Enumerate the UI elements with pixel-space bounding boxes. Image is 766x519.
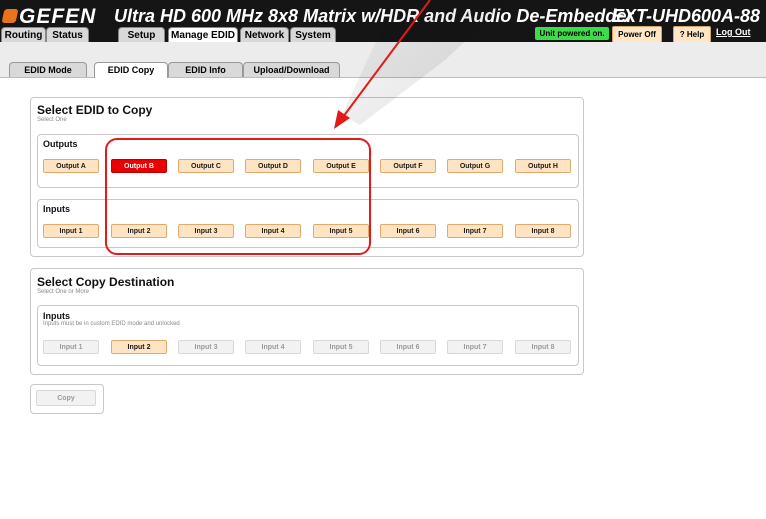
output-a-button[interactable]: Output A <box>43 159 99 173</box>
tab-manage-edid[interactable]: Manage EDID <box>168 27 238 43</box>
inputs-title: Inputs <box>43 204 70 214</box>
subtab-edid-mode[interactable]: EDID Mode <box>9 62 87 77</box>
tab-setup[interactable]: Setup <box>118 27 165 43</box>
destination-inputs-note: Inputs must be in custom EDID mode and u… <box>43 321 180 327</box>
logout-link[interactable]: Log Out <box>716 27 751 37</box>
source-input-7-button[interactable]: Input 7 <box>447 224 503 238</box>
dest-input-3-button: Input 3 <box>178 340 234 354</box>
source-input-1-button[interactable]: Input 1 <box>43 224 99 238</box>
destination-inputs-title: Inputs <box>43 311 70 321</box>
copy-button[interactable]: Copy <box>36 390 96 406</box>
select-edid-subtitle: Select One <box>37 117 67 123</box>
dest-input-7-button: Input 7 <box>447 340 503 354</box>
dest-input-2-button[interactable]: Input 2 <box>111 340 167 354</box>
tab-routing[interactable]: Routing <box>1 27 46 43</box>
source-input-8-button[interactable]: Input 8 <box>515 224 571 238</box>
tab-system[interactable]: System <box>290 27 336 43</box>
dest-input-4-button: Input 4 <box>245 340 301 354</box>
output-g-button[interactable]: Output G <box>447 159 503 173</box>
tab-status[interactable]: Status <box>46 27 89 43</box>
dest-input-1-button: Input 1 <box>43 340 99 354</box>
output-f-button[interactable]: Output F <box>380 159 436 173</box>
status-badge: Unit powered on. <box>535 27 609 40</box>
subtab-edid-info[interactable]: EDID Info <box>168 62 243 77</box>
dest-input-5-button: Input 5 <box>313 340 369 354</box>
destination-inputs-group <box>37 305 579 366</box>
highlight-annotation <box>105 138 371 255</box>
help-button[interactable]: ? Help <box>673 26 711 43</box>
copy-destination-subtitle: Select One or More <box>37 289 90 295</box>
output-h-button[interactable]: Output H <box>515 159 571 173</box>
dest-input-6-button: Input 6 <box>380 340 436 354</box>
tab-network[interactable]: Network <box>240 27 289 43</box>
dest-input-8-button: Input 8 <box>515 340 571 354</box>
source-input-6-button[interactable]: Input 6 <box>380 224 436 238</box>
select-edid-title: Select EDID to Copy <box>37 103 153 117</box>
outputs-title: Outputs <box>43 139 78 149</box>
power-off-button[interactable]: Power Off <box>612 26 662 43</box>
copy-destination-title: Select Copy Destination <box>37 275 175 289</box>
model-number: EXT-UHD600A-88 <box>612 6 761 26</box>
subtab-upload-download[interactable]: Upload/Download <box>243 62 340 77</box>
subtab-edid-copy[interactable]: EDID Copy <box>94 62 168 78</box>
device-title: Ultra HD 600 MHz 8x8 Matrix w/HDR and Au… <box>114 6 634 26</box>
brand-logo: GEFEN <box>19 5 97 28</box>
